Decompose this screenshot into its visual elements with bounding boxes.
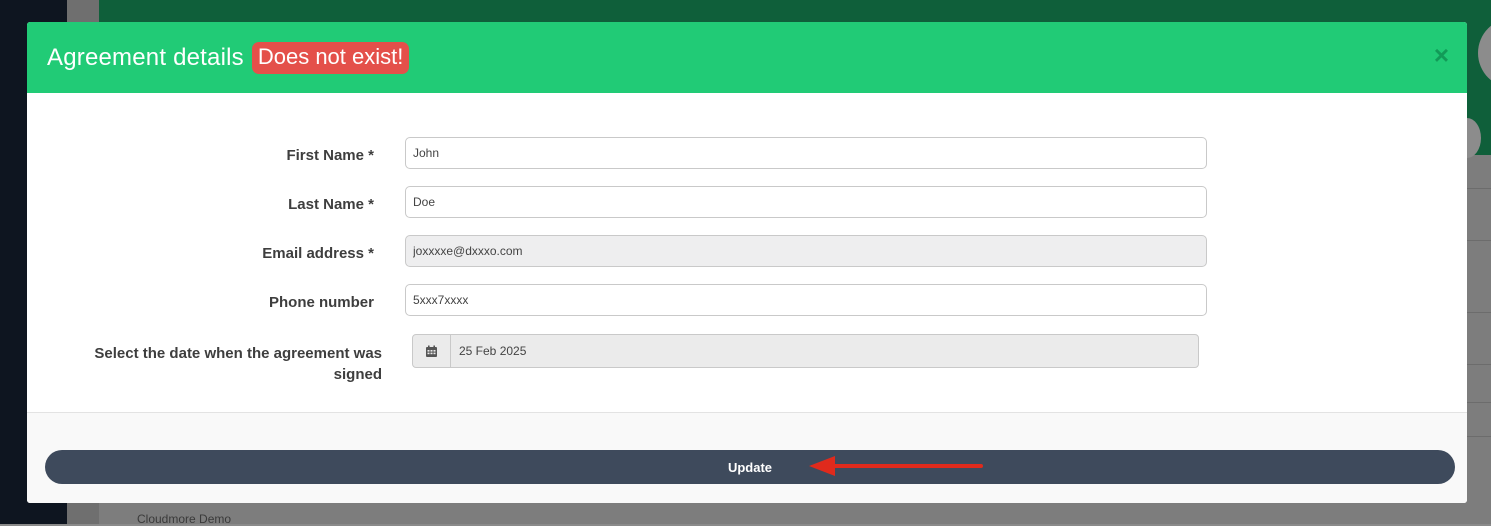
background-divider xyxy=(1467,312,1491,313)
agreement-form: First Name * Last Name * Email address *… xyxy=(27,93,1467,412)
modal-footer: Update xyxy=(27,412,1467,503)
update-button[interactable]: Update xyxy=(45,450,1455,484)
signed-date-picker[interactable]: 25 Feb 2025 xyxy=(412,334,1199,368)
background-divider xyxy=(1467,240,1491,241)
last-name-input[interactable] xyxy=(405,186,1207,218)
agreement-details-modal: Agreement details Does not exist! × Firs… xyxy=(27,22,1467,503)
calendar-icon[interactable] xyxy=(413,335,451,367)
background-divider xyxy=(1467,188,1491,189)
status-badge: Does not exist! xyxy=(251,41,410,74)
first-name-input[interactable] xyxy=(405,137,1207,169)
email-field xyxy=(405,235,1207,267)
modal-header: Agreement details Does not exist! × xyxy=(27,22,1467,93)
modal-title: Agreement details xyxy=(47,43,244,71)
signed-date-value: 25 Feb 2025 xyxy=(459,344,527,358)
close-icon[interactable]: × xyxy=(1434,42,1449,68)
background-divider xyxy=(1467,436,1491,437)
phone-input[interactable] xyxy=(405,284,1207,316)
signed-date-label: Select the date when the agreement was s… xyxy=(94,345,382,383)
email-label: Email address * xyxy=(262,245,374,262)
last-name-label: Last Name * xyxy=(288,196,374,213)
phone-label: Phone number xyxy=(268,294,374,311)
background-divider xyxy=(1467,364,1491,365)
background-divider xyxy=(1467,402,1491,403)
red-arrow-annotation xyxy=(809,456,983,476)
first-name-label: First Name * xyxy=(286,147,374,164)
